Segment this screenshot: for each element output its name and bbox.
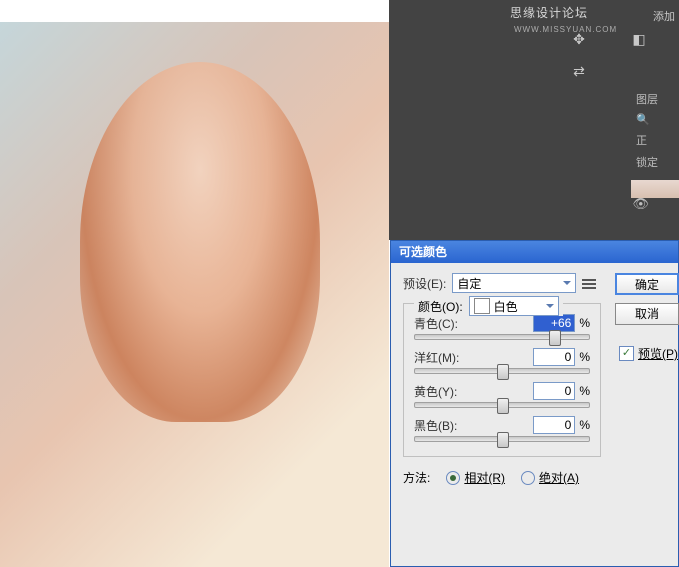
slider-track[interactable] xyxy=(414,402,590,408)
dialog-titlebar[interactable]: 可选颜色 xyxy=(391,241,678,263)
layers-normal[interactable]: 正 xyxy=(631,129,679,151)
preview-checkbox-row[interactable]: ✓ 预览(P) xyxy=(619,345,678,362)
layers-lock[interactable]: 锁定 xyxy=(631,151,679,173)
puppet-icon[interactable]: ✥ xyxy=(568,28,590,50)
absolute-radio[interactable] xyxy=(521,471,535,485)
percent-label: % xyxy=(579,418,590,432)
slider-label: 洋红(M): xyxy=(414,349,533,366)
slider-value-input[interactable]: 0 xyxy=(533,382,575,400)
slider-row-2: 黄色(Y):0% xyxy=(414,382,590,408)
preset-label: 预设(E): xyxy=(403,275,446,292)
preset-menu-icon[interactable] xyxy=(582,277,596,289)
preview-label: 预览(P) xyxy=(638,345,678,362)
cancel-button[interactable]: 取消 xyxy=(615,303,679,325)
slider-label: 黑色(B): xyxy=(414,417,533,434)
ok-button[interactable]: 确定 xyxy=(615,273,679,295)
color-label: 颜色(O): xyxy=(418,298,463,315)
slider-value-input[interactable]: 0 xyxy=(533,416,575,434)
layers-search[interactable]: 🔍 xyxy=(631,110,679,129)
slider-track[interactable] xyxy=(414,368,590,374)
preset-value: 自定 xyxy=(457,275,481,292)
slider-thumb[interactable] xyxy=(497,364,509,380)
bucket-icon[interactable]: ◧ xyxy=(628,28,650,50)
slider-thumb[interactable] xyxy=(549,330,561,346)
slider-thumb[interactable] xyxy=(497,432,509,448)
slider-label: 青色(C): xyxy=(414,315,533,332)
slider-row-0: 青色(C):+66% xyxy=(414,314,590,340)
watermark-text: 思缘设计论坛 xyxy=(510,6,588,20)
layers-panel-edge: 图层 🔍 正 锁定 xyxy=(631,88,679,173)
absolute-label: 绝对(A) xyxy=(539,469,579,486)
color-value: 白色 xyxy=(494,298,518,315)
method-label: 方法: xyxy=(403,469,430,486)
preview-checkbox[interactable]: ✓ xyxy=(619,346,634,361)
preset-dropdown[interactable]: 自定 xyxy=(452,273,576,293)
color-swatch-icon xyxy=(474,298,490,314)
layers-tab[interactable]: 图层 xyxy=(631,88,679,110)
slider-row-1: 洋红(M):0% xyxy=(414,348,590,374)
percent-label: % xyxy=(579,350,590,364)
slider-thumb[interactable] xyxy=(497,398,509,414)
visibility-eye-icon[interactable]: 👁 xyxy=(632,196,649,212)
toolbar-icons: ✥ ⇄ ◧ xyxy=(568,28,590,82)
relative-label: 相对(R) xyxy=(464,469,505,486)
relative-radio[interactable] xyxy=(446,471,460,485)
align-icon[interactable]: ⇄ xyxy=(568,60,590,82)
slider-track[interactable] xyxy=(414,436,590,442)
relative-radio-row[interactable]: 相对(R) xyxy=(446,469,505,486)
edited-photo xyxy=(0,22,389,567)
percent-label: % xyxy=(579,384,590,398)
color-dropdown[interactable]: 白色 xyxy=(469,296,559,316)
slider-label: 黄色(Y): xyxy=(414,383,533,400)
watermark-url: WWW.MISSYUAN.COM xyxy=(514,25,617,34)
slider-row-3: 黑色(B):0% xyxy=(414,416,590,442)
color-adjust-group: 颜色(O): 白色 青色(C):+66%洋红(M):0%黄色(Y):0%黑色(B… xyxy=(403,303,601,457)
selective-color-dialog: 可选颜色 预设(E): 自定 确定 取消 ✓ 预览(P) 颜色(O): xyxy=(390,240,679,567)
percent-label: % xyxy=(579,316,590,330)
absolute-radio-row[interactable]: 绝对(A) xyxy=(521,469,579,486)
slider-value-input[interactable]: 0 xyxy=(533,348,575,366)
slider-track[interactable] xyxy=(414,334,590,340)
add-style-label[interactable]: 添加 xyxy=(653,8,675,24)
